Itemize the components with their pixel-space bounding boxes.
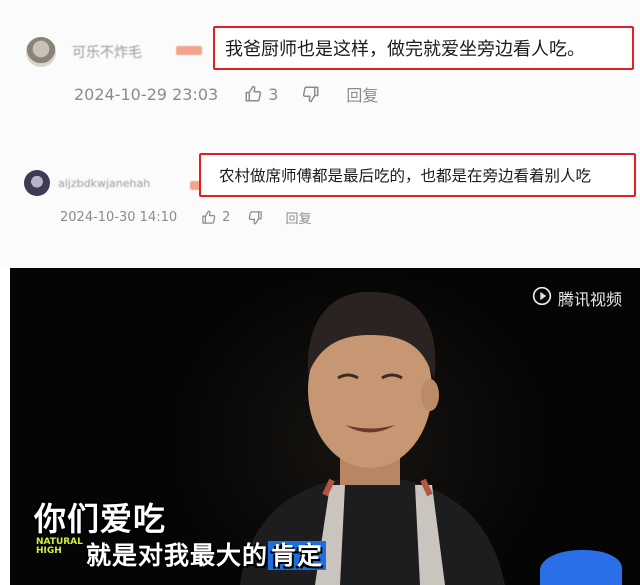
thumbs-up-icon[interactable] <box>244 85 262 103</box>
avatar[interactable] <box>24 170 50 196</box>
watermark-text: 腾讯视频 <box>557 290 622 309</box>
comment-list: 可乐不炸毛 我爸厨师也是这样，做完就爱坐旁边看人吃。 2024-10-29 23… <box>0 0 640 268</box>
comment-meta: 2024-10-30 14:10 2 回复 <box>60 208 311 227</box>
show-logo: NATURAL HIGH <box>36 538 83 556</box>
comment-timestamp: 2024-10-30 14:10 <box>60 210 178 225</box>
reply-button[interactable]: 回复 <box>285 208 311 227</box>
comment-username[interactable]: aljzbdkwjanehah <box>58 177 150 190</box>
comment-text: 我爸厨师也是这样，做完就爱坐旁边看人吃。 <box>225 39 585 60</box>
comment-username[interactable]: 可乐不炸毛 <box>72 42 142 62</box>
play-logo-icon <box>532 286 552 310</box>
video-watermark: 腾讯视频 <box>532 286 622 310</box>
reply-button[interactable]: 回复 <box>346 82 378 106</box>
subtitle-highlight: 肯定 <box>268 541 327 570</box>
thumbs-up-icon[interactable] <box>201 210 216 225</box>
comment-meta: 2024-10-29 23:03 3 回复 <box>74 82 378 106</box>
subtitle-line-1: 你们爱吃 <box>34 500 167 538</box>
like-count: 2 <box>222 210 231 225</box>
video-frame[interactable]: 腾讯视频 你们爱吃 NATURAL HIGH 就是对我最大的 肯定 <box>10 268 640 585</box>
like-count: 3 <box>268 84 279 104</box>
subtitle-line-2: 就是对我最大的 肯定 <box>86 536 327 572</box>
avatar[interactable] <box>26 37 56 67</box>
comment-text-highlighted: 农村做席师傅都是最后吃的，也都是在旁边看着别人吃 <box>199 153 636 197</box>
corner-sticker <box>540 550 622 585</box>
thumbs-down-icon[interactable] <box>302 85 320 103</box>
comment-text-highlighted: 我爸厨师也是这样，做完就爱坐旁边看人吃。 <box>213 26 634 70</box>
show-logo-line-2: HIGH <box>36 546 62 556</box>
thumbs-down-icon[interactable] <box>248 210 263 225</box>
comment-timestamp: 2024-10-29 23:03 <box>74 84 219 104</box>
comment-text: 农村做席师傅都是最后吃的，也都是在旁边看着别人吃 <box>219 167 592 185</box>
user-level-badge <box>176 46 202 55</box>
subtitle-line-2-main: 就是对我最大的 <box>86 541 269 570</box>
